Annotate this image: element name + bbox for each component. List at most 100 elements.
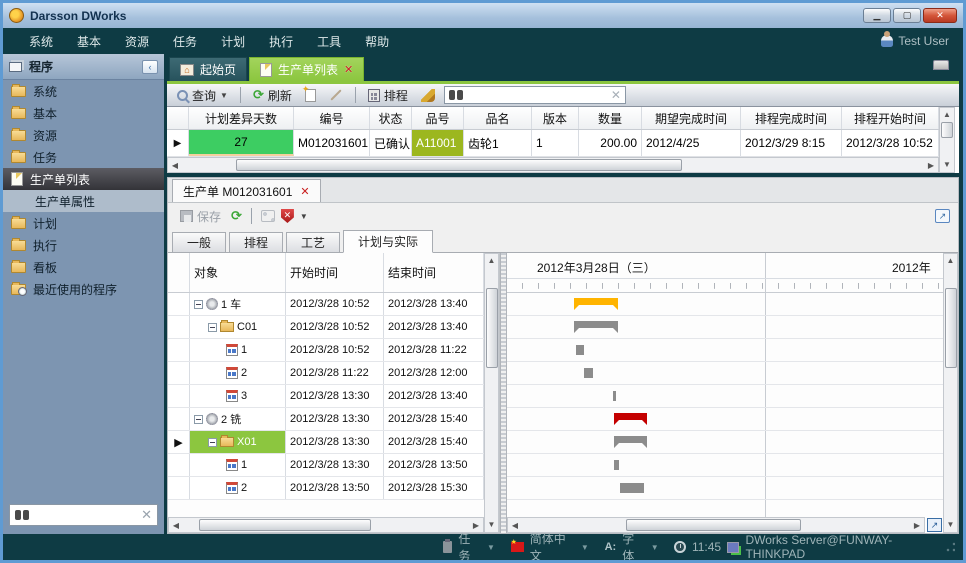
scroll-thumb[interactable]: [941, 122, 953, 138]
col-order-no[interactable]: 编号: [294, 107, 370, 129]
scroll-thumb[interactable]: [486, 288, 498, 368]
sidebar-item-production-order-props[interactable]: 生产单属性: [3, 190, 164, 212]
tree-horizontal-scrollbar[interactable]: ◀ ▶: [168, 517, 484, 533]
cell-status[interactable]: 已确认: [370, 130, 412, 156]
gantt-bar[interactable]: [574, 298, 618, 310]
clear-search-icon[interactable]: ✕: [141, 507, 152, 523]
grid-data-row[interactable]: ▶ 27 M012031601 已确认 A11001 齿轮1 1 200.00 …: [167, 130, 939, 157]
gantt-popout-icon[interactable]: ↗: [927, 518, 942, 532]
minimize-button[interactable]: ▁: [863, 8, 891, 23]
cell-item-name[interactable]: 齿轮1: [464, 130, 532, 156]
scroll-down-icon[interactable]: ▼: [943, 158, 951, 172]
sidebar-item-basic[interactable]: 基本: [3, 102, 164, 124]
collapse-icon[interactable]: [208, 438, 217, 447]
query-button[interactable]: 查询▼: [173, 86, 232, 105]
sidebar-item-plan[interactable]: 计划: [3, 212, 164, 234]
tab-plan-vs-actual[interactable]: 计划与实际: [343, 230, 433, 253]
scroll-up-icon[interactable]: ▲: [947, 254, 955, 268]
scroll-thumb[interactable]: [945, 288, 957, 368]
sidebar-collapse-button[interactable]: ‹: [142, 60, 158, 74]
clear-search-icon[interactable]: ✕: [611, 88, 621, 102]
cell-plan-diff-days[interactable]: 27: [189, 130, 294, 156]
shield-cancel-icon[interactable]: ✕: [281, 209, 294, 223]
menu-tools[interactable]: 工具: [305, 29, 353, 54]
scroll-left-icon[interactable]: ◀: [169, 521, 183, 530]
grid-vertical-scrollbar[interactable]: ▲ ▼: [939, 107, 955, 173]
scroll-left-icon[interactable]: ◀: [508, 521, 522, 530]
gantt-bar[interactable]: [614, 460, 619, 470]
grid-horizontal-scrollbar[interactable]: ◀ ▶: [167, 157, 939, 173]
save-button[interactable]: 保存: [176, 207, 225, 226]
sidebar-item-task[interactable]: 任务: [3, 146, 164, 168]
menu-basic[interactable]: 基本: [65, 29, 113, 54]
tree-row[interactable]: C01 2012/3/28 10:52 2012/3/28 13:40: [168, 316, 484, 339]
sidebar-item-kanban[interactable]: 看板: [3, 256, 164, 278]
cell-version[interactable]: 1: [532, 130, 579, 156]
cell-quantity[interactable]: 200.00: [579, 130, 642, 156]
col-item-no[interactable]: 品号: [412, 107, 464, 129]
cell-item-no[interactable]: A11001: [412, 130, 464, 156]
scroll-down-icon[interactable]: ▼: [488, 518, 496, 532]
tree-row[interactable]: 2 2012/3/28 11:22 2012/3/28 12:00: [168, 362, 484, 385]
col-version[interactable]: 版本: [532, 107, 579, 129]
col-item-name[interactable]: 品名: [464, 107, 532, 129]
status-task[interactable]: 任务: [458, 530, 481, 563]
status-language[interactable]: 简体中文: [530, 530, 575, 563]
refresh-icon[interactable]: ⟳: [231, 208, 242, 224]
resize-grip[interactable]: [946, 542, 955, 552]
clean-button[interactable]: [417, 88, 439, 103]
cell-order-no[interactable]: M012031601: [294, 130, 370, 156]
sidebar-item-resource[interactable]: 资源: [3, 124, 164, 146]
collapse-icon[interactable]: [194, 300, 203, 309]
menu-execute[interactable]: 执行: [257, 29, 305, 54]
cell-expected-finish[interactable]: 2012/4/25: [642, 130, 741, 156]
scroll-left-icon[interactable]: ◀: [168, 161, 182, 170]
sidebar-item-execute[interactable]: 执行: [3, 234, 164, 256]
gantt-bar[interactable]: [574, 321, 618, 333]
workflow-icon[interactable]: [261, 210, 275, 222]
collapse-icon[interactable]: [194, 415, 203, 424]
restore-button[interactable]: ▢: [893, 8, 921, 23]
chevron-down-icon[interactable]: ▼: [487, 543, 495, 552]
close-button[interactable]: ✕: [923, 8, 957, 23]
col-sched-finish[interactable]: 排程完成时间: [741, 107, 842, 129]
col-object[interactable]: 对象: [190, 253, 286, 292]
tab-production-order-list[interactable]: 生产单列表 ✕: [249, 57, 364, 81]
scroll-right-icon[interactable]: ▶: [469, 521, 483, 530]
chevron-down-icon[interactable]: ▼: [581, 543, 589, 552]
tree-row[interactable]: 2 2012/3/28 13:50 2012/3/28 15:30: [168, 477, 484, 500]
detail-doc-tab[interactable]: 生产单 M012031601 ✕: [172, 179, 321, 202]
gantt-bar[interactable]: [620, 483, 644, 493]
gantt-horizontal-scrollbar[interactable]: ◀ ▶: [507, 517, 925, 533]
toolbar-search-input[interactable]: ✕: [444, 86, 626, 104]
sidebar-item-production-order-list[interactable]: 生产单列表: [3, 168, 164, 190]
col-plan-diff-days[interactable]: 计划差异天数: [189, 107, 294, 129]
tree-row-selected[interactable]: ▶ X01 2012/3/28 13:30 2012/3/28 15:40: [168, 431, 484, 454]
scroll-up-icon[interactable]: ▲: [488, 254, 496, 268]
tab-process[interactable]: 工艺: [286, 232, 340, 252]
scroll-up-icon[interactable]: ▲: [943, 108, 951, 122]
refresh-button[interactable]: ⟳刷新: [249, 86, 296, 105]
tab-schedule[interactable]: 排程: [229, 232, 283, 252]
menu-system[interactable]: 系统: [17, 29, 65, 54]
gantt-bar[interactable]: [614, 413, 647, 425]
gantt-bar[interactable]: [614, 436, 647, 448]
menu-help[interactable]: 帮助: [353, 29, 401, 54]
scroll-thumb[interactable]: [626, 519, 801, 531]
gantt-vertical-scrollbar[interactable]: ▲ ▼: [943, 253, 958, 533]
pin-icon[interactable]: [933, 60, 949, 70]
close-tab-icon[interactable]: ✕: [344, 63, 353, 76]
close-tab-icon[interactable]: ✕: [300, 185, 309, 198]
pane-splitter[interactable]: [500, 253, 507, 533]
sidebar-item-system[interactable]: 系统: [3, 80, 164, 102]
tree-row[interactable]: 1 2012/3/28 10:52 2012/3/28 11:22: [168, 339, 484, 362]
tree-vertical-scrollbar[interactable]: ▲ ▼: [484, 253, 499, 533]
sidebar-item-recent-programs[interactable]: 最近使用的程序: [3, 278, 164, 300]
tree-row[interactable]: 3 2012/3/28 13:30 2012/3/28 13:40: [168, 385, 484, 408]
collapse-icon[interactable]: [208, 323, 217, 332]
edit-button[interactable]: [325, 93, 347, 97]
tab-general[interactable]: 一般: [172, 232, 226, 252]
cell-sched-start[interactable]: 2012/3/28 10:52: [842, 130, 939, 156]
col-status[interactable]: 状态: [370, 107, 412, 129]
menu-plan[interactable]: 计划: [209, 29, 257, 54]
